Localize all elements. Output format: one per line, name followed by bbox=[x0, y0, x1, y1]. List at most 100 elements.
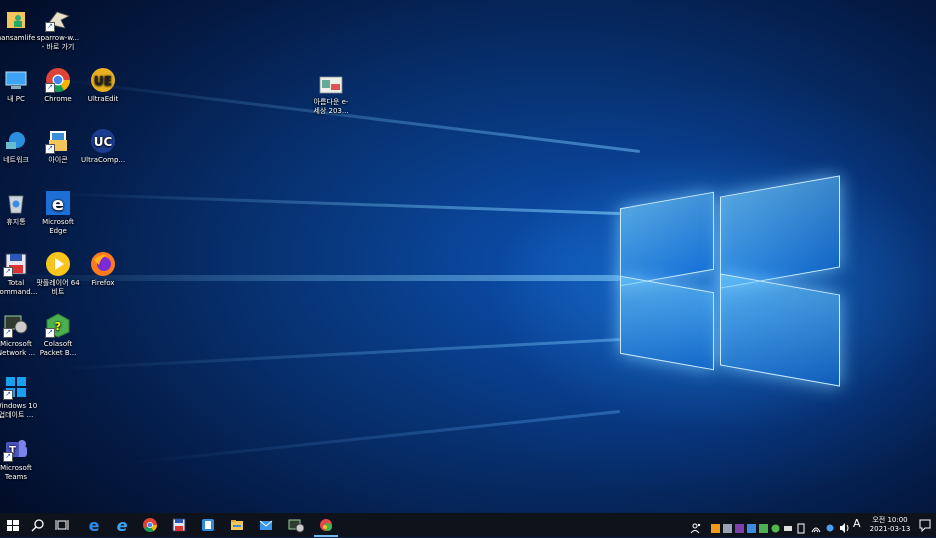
floppy-disk-icon bbox=[172, 518, 186, 532]
desktop-icon-beautiful-e-world[interactable]: 아름다운 e-세상 203... bbox=[308, 74, 354, 115]
svg-text:UC: UC bbox=[94, 135, 113, 149]
taskbar-edge-legacy[interactable]: e bbox=[86, 516, 102, 535]
tray-app-orange[interactable] bbox=[711, 519, 720, 533]
tray-app-blue[interactable] bbox=[747, 519, 756, 533]
logo-pane bbox=[620, 275, 714, 371]
desktop-icon-icons-folder[interactable]: ↗ 아이콘 bbox=[36, 128, 80, 165]
start-button[interactable] bbox=[5, 517, 21, 533]
app-tray-icon bbox=[759, 524, 768, 533]
search-button[interactable] bbox=[30, 517, 46, 533]
desktop-icon-this-pc[interactable]: 내 PC bbox=[0, 67, 38, 104]
search-icon bbox=[31, 519, 44, 532]
desktop-icon-windows-update[interactable]: ↗ Windows 10 업데이트 ... bbox=[0, 374, 38, 419]
shortcut-arrow-icon: ↗ bbox=[45, 22, 55, 32]
svg-text:e: e bbox=[52, 194, 64, 215]
app-tray-icon bbox=[711, 524, 720, 533]
icon-label: Windows 10 업데이트 ... bbox=[0, 402, 38, 419]
desktop-icon-firefox[interactable]: Firefox bbox=[81, 251, 125, 288]
people-icon bbox=[690, 523, 701, 534]
taskbar-snipping-app[interactable] bbox=[318, 517, 334, 533]
taskbar-internet-explorer[interactable]: e bbox=[114, 516, 130, 535]
usb-device-icon bbox=[784, 526, 792, 531]
desktop-icon-hansamlife[interactable]: hansamlife bbox=[0, 6, 38, 43]
tray-bluetooth-app[interactable] bbox=[825, 519, 835, 532]
app-tray-icon bbox=[723, 524, 732, 533]
icon-label: Microsoft Teams bbox=[0, 464, 32, 481]
icon-label: 휴지통 bbox=[6, 218, 26, 226]
desktop-icon-sparrow[interactable]: ↗ sparrow-w... - 바로 가기 bbox=[36, 6, 80, 51]
floppy-disk-icon: ↗ bbox=[3, 251, 29, 277]
logo-pane bbox=[720, 273, 840, 387]
logo-pane bbox=[720, 175, 840, 289]
icon-label: 내 PC bbox=[7, 95, 25, 103]
taskbar-total-commander[interactable] bbox=[171, 517, 187, 533]
recycle-bin-icon bbox=[3, 190, 29, 216]
tray-onenote[interactable] bbox=[735, 519, 744, 533]
desktop-icon-recycle-bin[interactable]: 휴지통 bbox=[0, 190, 38, 227]
tray-app-green[interactable] bbox=[759, 519, 768, 533]
tray-security[interactable] bbox=[771, 519, 780, 533]
clock-time: 오전 10:00 bbox=[872, 516, 908, 524]
light-ray bbox=[60, 338, 621, 371]
taskbar-network-monitor[interactable] bbox=[288, 517, 305, 533]
desktop-icon-chrome[interactable]: ↗ Chrome bbox=[36, 67, 80, 104]
image-file-icon bbox=[318, 74, 344, 96]
desktop-icon-potplayer[interactable]: 팟플레이어 64 비트 bbox=[36, 251, 80, 296]
edge-legacy-icon: e bbox=[89, 516, 100, 535]
taskbar-file-explorer[interactable] bbox=[229, 517, 245, 533]
desktop-icon-ultraedit[interactable]: UE UltraEdit bbox=[81, 67, 125, 104]
volume-icon bbox=[840, 523, 849, 533]
tray-battery[interactable] bbox=[797, 519, 805, 534]
input-indicator[interactable]: A bbox=[853, 517, 861, 530]
battery-icon bbox=[797, 523, 805, 534]
network-monitor-icon bbox=[288, 519, 305, 533]
clock-date: 2021-03-13 bbox=[869, 525, 911, 533]
taskbar: e e A 오전 10:00 2021-03-13 bbox=[0, 513, 936, 537]
logo-pane bbox=[620, 191, 714, 287]
desktop-background[interactable]: hansamlife ↗ sparrow-w... - 바로 가기 내 PC ↗… bbox=[0, 0, 936, 513]
taskbar-mail[interactable] bbox=[258, 517, 274, 533]
shortcut-arrow-icon: ↗ bbox=[45, 83, 55, 93]
taskbar-app-blue[interactable] bbox=[200, 517, 216, 533]
light-ray bbox=[60, 192, 621, 215]
notification-icon bbox=[919, 519, 931, 533]
edge-legacy-icon: e bbox=[45, 190, 71, 216]
tray-app-gray[interactable] bbox=[723, 519, 732, 533]
svg-text:UE: UE bbox=[94, 74, 112, 88]
wifi-icon bbox=[811, 527, 821, 533]
desktop-icon-teams[interactable]: T ↗ Microsoft Teams bbox=[0, 436, 38, 481]
icon-label: 아이콘 bbox=[48, 156, 68, 164]
icon-label: Colasoft Packet B... bbox=[39, 340, 77, 357]
desktop-icon-ultracompare[interactable]: UC UltraComp... bbox=[81, 128, 125, 165]
app-tray-icon bbox=[747, 524, 756, 533]
tray-wifi[interactable] bbox=[811, 519, 821, 533]
shortcut-arrow-icon: ↗ bbox=[3, 452, 13, 462]
chrome-icon bbox=[143, 518, 157, 532]
system-clock[interactable]: 오전 10:00 2021-03-13 bbox=[866, 516, 914, 534]
icon-label: Microsoft Edge bbox=[42, 218, 74, 235]
icon-label: UltraComp... bbox=[81, 156, 126, 164]
tray-volume[interactable] bbox=[839, 519, 850, 533]
desktop-icon-network[interactable]: 네트워크 bbox=[0, 128, 38, 165]
action-center-button[interactable] bbox=[917, 517, 933, 533]
onenote-icon bbox=[735, 524, 744, 533]
potplayer-icon bbox=[45, 251, 71, 277]
desktop-icon-colasoft[interactable]: ? ↗ Colasoft Packet B... bbox=[36, 312, 80, 357]
colasoft-packet-builder-icon: ? ↗ bbox=[45, 312, 71, 338]
ultraedit-icon: UE bbox=[90, 67, 116, 93]
shortcut-arrow-icon: ↗ bbox=[45, 328, 55, 338]
shortcut-arrow-icon: ↗ bbox=[3, 328, 13, 338]
desktop-icon-microsoft-network-monitor[interactable]: ↗ Microsoft Network ... bbox=[0, 312, 38, 357]
icon-label: 네트워크 bbox=[3, 156, 29, 164]
tray-hardware[interactable] bbox=[783, 519, 793, 531]
svg-text:e: e bbox=[89, 517, 100, 533]
icon-label: Microsoft Network ... bbox=[0, 340, 36, 357]
desktop-icon-total-commander[interactable]: ↗ Total Command... bbox=[0, 251, 38, 296]
svg-text:?: ? bbox=[55, 320, 61, 333]
desktop-icon-edge[interactable]: e Microsoft Edge bbox=[36, 190, 80, 235]
network-icon bbox=[3, 128, 29, 154]
people-button[interactable] bbox=[690, 519, 702, 534]
task-view-button[interactable] bbox=[54, 517, 70, 533]
taskbar-chrome[interactable] bbox=[142, 517, 158, 533]
ultracompare-icon: UC bbox=[90, 128, 116, 154]
